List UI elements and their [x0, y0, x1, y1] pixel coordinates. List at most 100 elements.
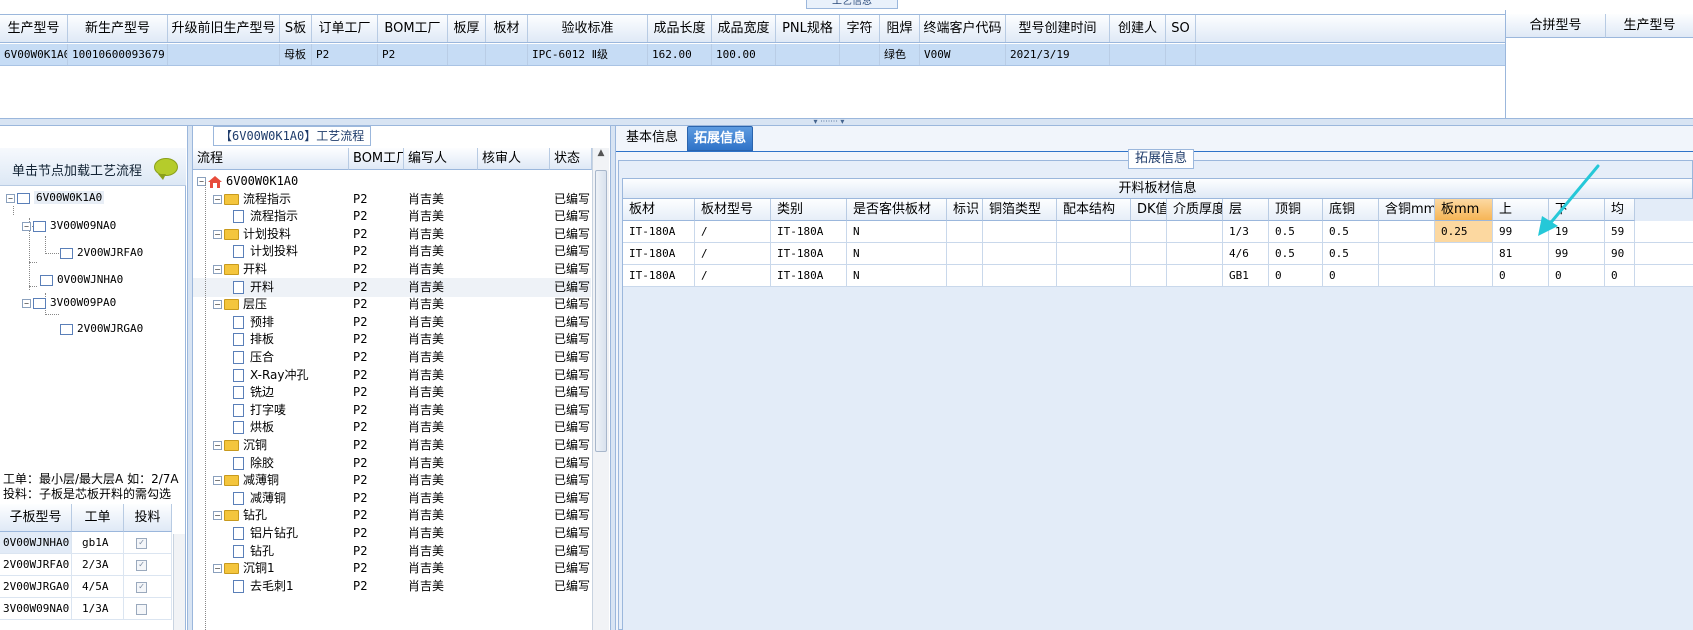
cell[interactable]	[1167, 265, 1223, 286]
process-row[interactable]: 减薄铜 P2 肖吉美 已编写	[193, 489, 591, 508]
col-header[interactable]: 成品宽度	[712, 15, 776, 42]
cell[interactable]: IT-180A	[771, 221, 847, 242]
process-row[interactable]: 压合 P2 肖吉美 已编写	[193, 348, 591, 367]
cell[interactable]	[1057, 221, 1131, 242]
cell[interactable]: ✓	[124, 554, 172, 575]
col-header[interactable]: 订单工厂	[312, 15, 378, 42]
cell[interactable]	[776, 44, 840, 65]
process-row[interactable]: 计划投料 P2 肖吉美 已编写	[193, 242, 591, 261]
cell[interactable]: IT-180A	[771, 265, 847, 286]
cell[interactable]: 2V00WJRGA0	[0, 576, 72, 597]
collapse-icon[interactable]: −	[213, 511, 222, 521]
col-header[interactable]: 创建人	[1110, 15, 1166, 42]
col-header[interactable]: 验收标准	[528, 15, 648, 42]
cell[interactable]	[1110, 44, 1166, 65]
col-header[interactable]: 工单	[72, 504, 124, 532]
table-row-selected[interactable]: 6V00W0K1A0 10010600093679 母板 P2 P2 IPC-6…	[0, 44, 1505, 66]
cell[interactable]	[1131, 243, 1167, 264]
tree-root[interactable]: −6V00W0K1A0	[193, 172, 591, 191]
tree-node[interactable]: 0V00WJNHA0	[40, 271, 123, 289]
cell[interactable]: gb1A	[72, 532, 124, 553]
cell[interactable]: 0	[1269, 265, 1323, 286]
col-header[interactable]: DK值	[1131, 199, 1167, 221]
cell[interactable]: P2	[378, 44, 448, 65]
col-header[interactable]: 板材	[486, 15, 528, 42]
cell[interactable]	[1131, 265, 1167, 286]
horizontal-splitter[interactable]: ▾ ······· ▾	[0, 118, 1693, 126]
cell[interactable]: 母板	[280, 44, 312, 65]
cell[interactable]	[1435, 265, 1493, 286]
process-row[interactable]: 预排 P2 肖吉美 已编写	[193, 313, 591, 332]
process-row[interactable]: − 钻孔 P2 肖吉美 已编写	[193, 506, 591, 525]
cell[interactable]: 0V00WJNHA0	[0, 532, 72, 553]
col-header[interactable]: BOM工厂	[378, 15, 448, 42]
cell[interactable]: ✓	[124, 532, 172, 553]
tree-node[interactable]: 2V00WJRFA0	[60, 244, 143, 262]
cell[interactable]: IT-180A	[771, 243, 847, 264]
process-row[interactable]: 烘板 P2 肖吉美 已编写	[193, 418, 591, 437]
col-header[interactable]: BOM工厂	[349, 148, 404, 170]
cell[interactable]: IT-180A	[623, 221, 695, 242]
col-header[interactable]: 状态	[550, 148, 592, 170]
cell[interactable]: 90	[1605, 243, 1635, 264]
cell[interactable]	[486, 44, 528, 65]
col-header[interactable]: 生产型号	[0, 15, 68, 42]
col-header[interactable]: 成品长度	[648, 15, 712, 42]
col-header[interactable]: 标识	[947, 199, 983, 221]
cell[interactable]	[1167, 221, 1223, 242]
process-row[interactable]: − 计划投料 P2 肖吉美 已编写	[193, 225, 591, 244]
table-row[interactable]: 3V00W09NA0 1/3A	[0, 598, 172, 620]
process-row[interactable]: 钻孔 P2 肖吉美 已编写	[193, 542, 591, 561]
cell[interactable]	[1379, 243, 1435, 264]
table-row[interactable]: 0V00WJNHA0 gb1A ✓	[0, 532, 172, 554]
col-header[interactable]: 阻焊	[880, 15, 920, 42]
cell[interactable]: 0.25	[1435, 221, 1493, 242]
col-header[interactable]: SO	[1166, 15, 1196, 42]
col-header[interactable]: 核审人	[478, 148, 550, 170]
col-header[interactable]: 字符	[840, 15, 880, 42]
col-header[interactable]: 生产型号	[1606, 14, 1693, 38]
process-row[interactable]: 铣边 P2 肖吉美 已编写	[193, 383, 591, 402]
cell[interactable]	[1167, 243, 1223, 264]
cell[interactable]: 2021/3/19	[1006, 44, 1110, 65]
col-header[interactable]: 层	[1223, 199, 1269, 221]
cell[interactable]: 2/3A	[72, 554, 124, 575]
collapse-icon[interactable]: −	[6, 193, 15, 203]
process-row[interactable]: − 沉铜 P2 肖吉美 已编写	[193, 436, 591, 455]
cell[interactable]	[1435, 243, 1493, 264]
cell[interactable]: 0.5	[1269, 243, 1323, 264]
cell[interactable]: 99	[1549, 243, 1605, 264]
cell[interactable]	[1131, 221, 1167, 242]
tab-extended-info[interactable]: 拓展信息	[687, 126, 754, 151]
cell[interactable]: 2V00WJRFA0	[0, 554, 72, 575]
cell[interactable]: N	[847, 221, 947, 242]
cell[interactable]: 4/5A	[72, 576, 124, 597]
tree-node[interactable]: 2V00WJRGA0	[60, 320, 143, 338]
process-row[interactable]: 排板 P2 肖吉美 已编写	[193, 330, 591, 349]
cell[interactable]	[448, 44, 486, 65]
process-row[interactable]: 开料 P2 肖吉美 已编写	[193, 277, 591, 297]
col-header[interactable]: 板厚	[448, 15, 486, 42]
tab-basic-info[interactable]: 基本信息	[620, 126, 684, 151]
col-header[interactable]: 均	[1605, 199, 1635, 221]
cell[interactable]	[1057, 265, 1131, 286]
cell[interactable]: IT-180A	[623, 243, 695, 264]
cell[interactable]: 10010600093679	[68, 44, 168, 65]
cell[interactable]: ✓	[124, 576, 172, 597]
cell[interactable]: V00W	[920, 44, 1006, 65]
col-header[interactable]: 介质厚度	[1167, 199, 1223, 221]
cell[interactable]: /	[695, 243, 771, 264]
col-header[interactable]: 板材型号	[695, 199, 771, 221]
cell[interactable]: 59	[1605, 221, 1635, 242]
vertical-scrollbar[interactable]: ▲	[592, 148, 609, 630]
col-header[interactable]: 新生产型号	[68, 15, 168, 42]
process-row[interactable]: 流程指示 P2 肖吉美 已编写	[193, 207, 591, 226]
checkbox[interactable]: ✓	[136, 559, 147, 571]
cell[interactable]	[1379, 221, 1435, 242]
table-row[interactable]: 2V00WJRGA0 4/5A ✓	[0, 576, 172, 598]
collapse-icon[interactable]: −	[213, 265, 222, 274]
col-header[interactable]: 合拼型号	[1506, 14, 1606, 38]
scrollbar[interactable]	[173, 534, 185, 630]
cell[interactable]: 0	[1323, 265, 1379, 286]
collapse-icon[interactable]: −	[213, 229, 222, 239]
